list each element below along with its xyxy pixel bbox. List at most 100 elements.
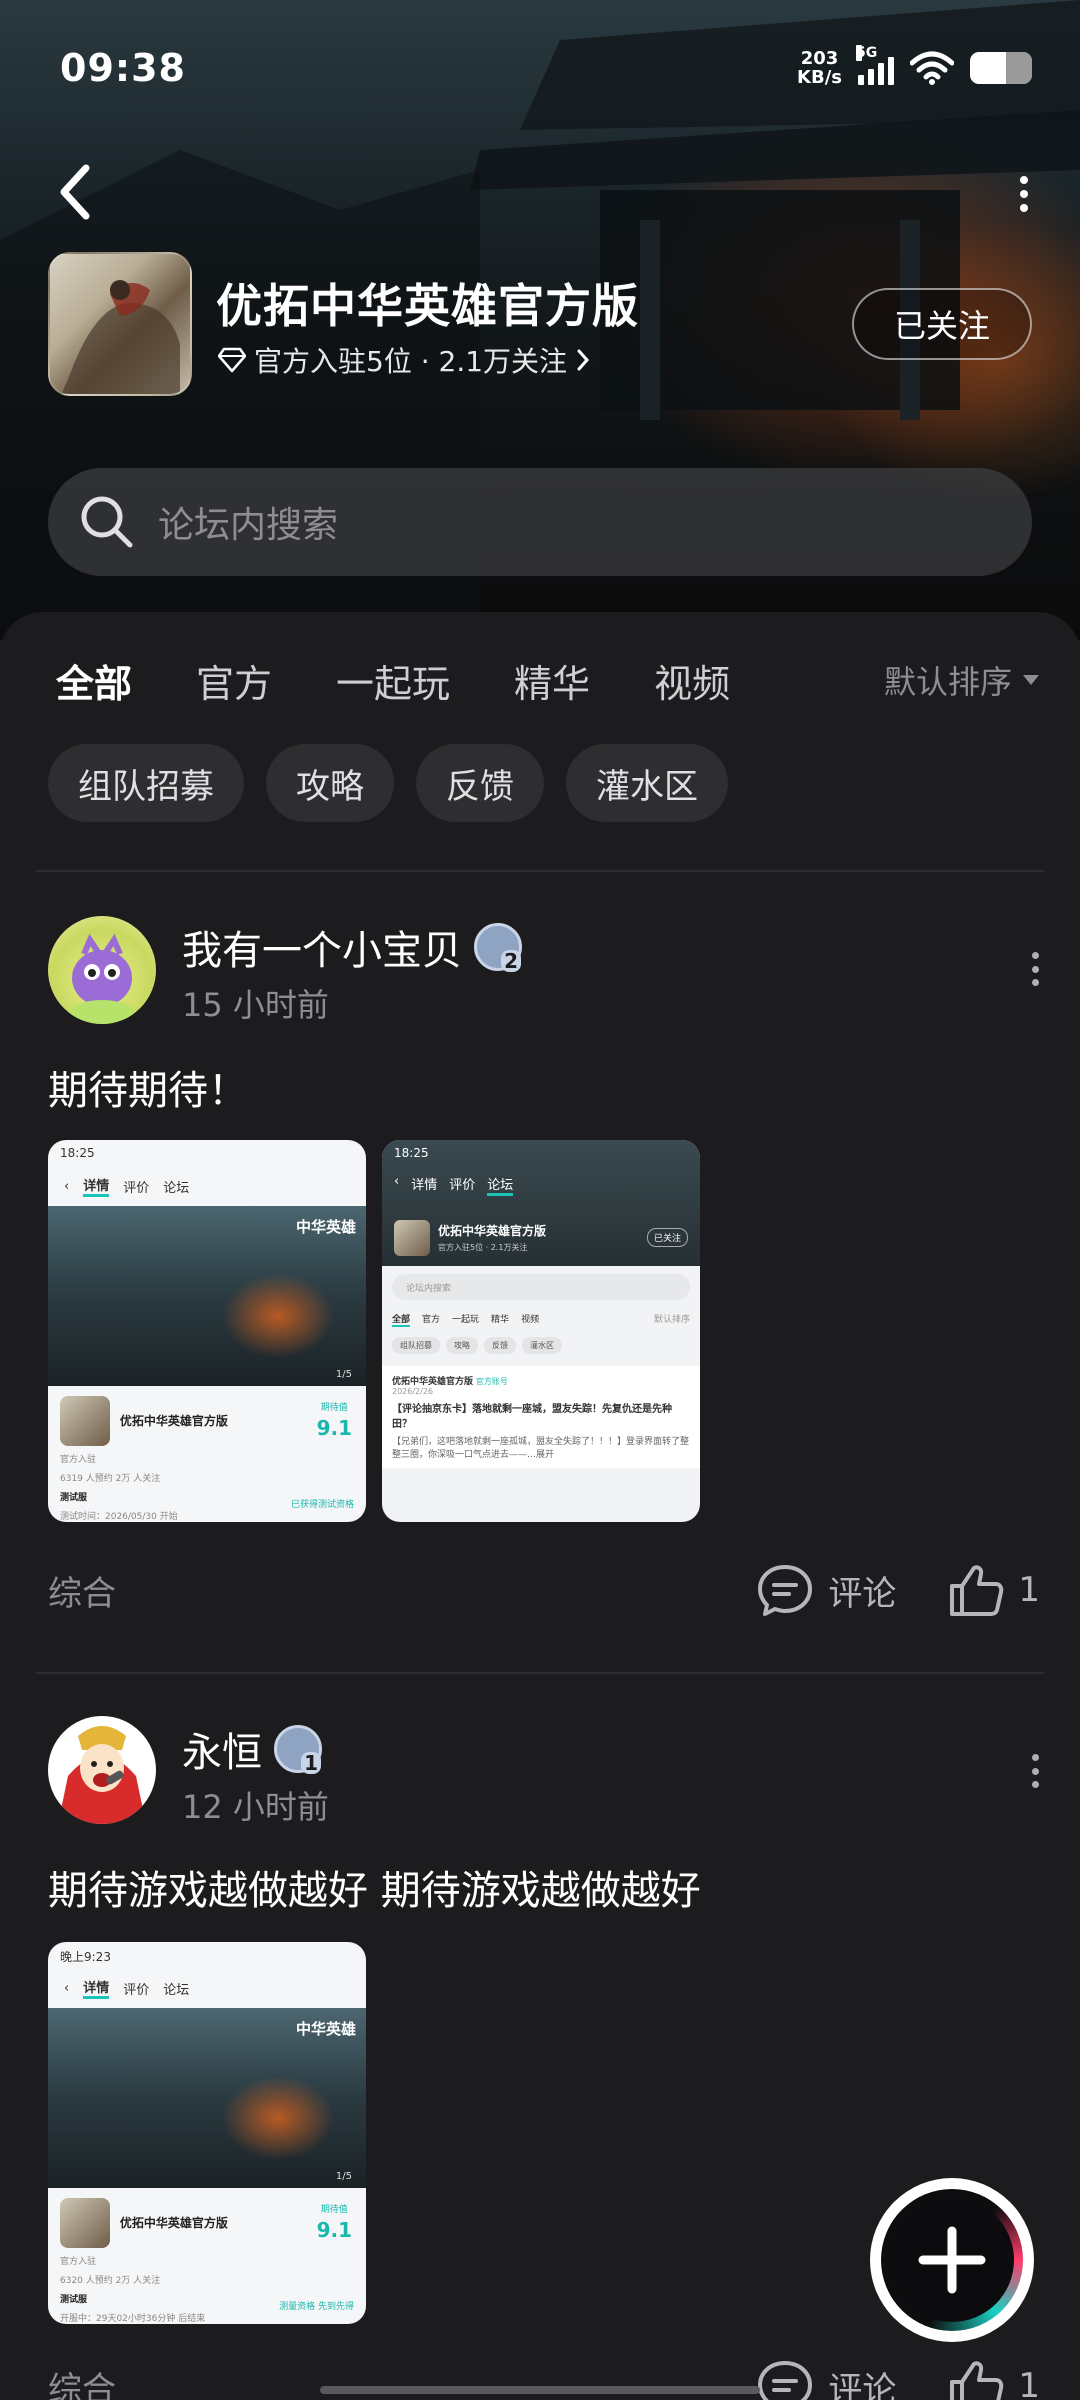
image-status-time: 18:25 bbox=[60, 1146, 95, 1160]
image-logo: 中华英雄 bbox=[295, 1218, 356, 1236]
chip-team-recruit[interactable]: 组队招募 bbox=[48, 744, 244, 822]
comment-button[interactable]: 评论 bbox=[756, 1563, 896, 1617]
post-category[interactable]: 综合 bbox=[48, 1566, 116, 1615]
post-author[interactable]: 永恒 1 bbox=[182, 1720, 322, 1778]
tab-play-together[interactable]: 一起玩 bbox=[336, 653, 450, 708]
post-image[interactable]: 晚上9:23 ‹ 详情 评价 论坛 中华英雄 1/5 优拓中华英雄官方版 期待值… bbox=[48, 1942, 366, 2324]
caret-down-icon bbox=[1023, 675, 1039, 685]
image-post-title: 【评论抽京东卡】落地就剩一座城，盟友失踪！先复仇还是先种田？ bbox=[392, 1404, 672, 1430]
image-status-time: 18:25 bbox=[394, 1146, 429, 1160]
like-button[interactable]: 1 bbox=[948, 1562, 1040, 1618]
like-count: 1 bbox=[1018, 2366, 1040, 2400]
image-qualify: 已获得测试资格 bbox=[290, 1500, 354, 1510]
post-text[interactable]: 期待游戏越做越好 期待游戏越做越好 bbox=[48, 1858, 701, 1916]
image-sort: 默认排序 bbox=[653, 1315, 690, 1325]
status-bar: 09:38 203 KB/s 5G bbox=[60, 40, 1032, 96]
post-image[interactable]: 18:25 ‹ 详情 评价 论坛 优拓中华英雄官方版 官方入驻5位 · 2.1万… bbox=[382, 1140, 700, 1522]
image-nav: ‹ 详情 评价 论坛 bbox=[394, 1174, 514, 1196]
plus-icon bbox=[918, 2226, 986, 2294]
more-options-icon[interactable] bbox=[1016, 176, 1032, 212]
search-icon bbox=[81, 496, 133, 548]
image-chips: 组队招募 攻略 反馈 灌水区 bbox=[382, 1331, 700, 1360]
author-name: 永恒 bbox=[182, 1730, 262, 1776]
like-count: 1 bbox=[1018, 1570, 1040, 1610]
comment-icon bbox=[758, 1565, 813, 1616]
post-time: 15 小时前 bbox=[182, 986, 329, 1024]
image-tab-detail: 详情 bbox=[83, 1175, 110, 1197]
image-score: 期待值 9.1 bbox=[317, 1398, 352, 1438]
status-time: 09:38 bbox=[60, 46, 186, 90]
thumbs-up-icon bbox=[950, 2361, 1004, 2400]
post-text[interactable]: 期待期待！ bbox=[48, 1058, 248, 1116]
post-image[interactable]: 18:25 ‹ 详情 评价 论坛 中华英雄 1/5 优拓中华英雄官方版 期待值 … bbox=[48, 1140, 366, 1522]
image-index: 1/5 bbox=[335, 1369, 352, 1380]
level-number: 1 bbox=[301, 1752, 321, 1774]
image-server-time: 测试时间：2026/05/30 开始 bbox=[60, 1512, 178, 1522]
image-nav: ‹ 详情 评价 论坛 bbox=[48, 1166, 366, 1206]
comment-button[interactable]: 评论 bbox=[756, 2359, 896, 2400]
tab-video[interactable]: 视频 bbox=[654, 653, 730, 708]
tab-official[interactable]: 官方 bbox=[196, 653, 272, 708]
image-tab: 官方 bbox=[422, 1315, 441, 1325]
image-banner: 中华英雄 1/5 bbox=[48, 1206, 366, 1386]
image-index: 1/5 bbox=[335, 2171, 352, 2182]
image-official: 官方入驻 bbox=[60, 2257, 97, 2267]
divider bbox=[36, 1672, 1044, 1674]
app-meta-text: 官方入驻5位 · 2.1万关注 bbox=[254, 345, 568, 378]
search-input[interactable]: 论坛内搜索 bbox=[48, 468, 1032, 576]
chip-feedback[interactable]: 反馈 bbox=[416, 744, 544, 822]
tab-featured[interactable]: 精华 bbox=[514, 653, 590, 708]
chip-chat[interactable]: 灌水区 bbox=[566, 744, 728, 822]
new-post-button[interactable] bbox=[870, 2178, 1034, 2342]
tab-all[interactable]: 全部 bbox=[56, 653, 132, 710]
image-search: 论坛内搜索 bbox=[392, 1274, 690, 1300]
sort-label: 默认排序 bbox=[883, 663, 1012, 701]
chip-guides[interactable]: 攻略 bbox=[266, 744, 394, 822]
like-button[interactable]: 1 bbox=[948, 2358, 1040, 2400]
image-tab: 精华 bbox=[491, 1315, 510, 1325]
sort-dropdown[interactable]: 默认排序 bbox=[884, 657, 1040, 703]
image-follow: 已关注 bbox=[646, 1228, 688, 1247]
app-icon bbox=[48, 252, 192, 396]
image-game-name: 优拓中华英雄官方版 bbox=[119, 1413, 228, 1428]
post-category[interactable]: 综合 bbox=[48, 2362, 116, 2400]
image-official: 官方入驻 bbox=[60, 1455, 97, 1465]
comment-label: 评论 bbox=[828, 1573, 897, 1614]
image-post-body: 【兄弟们，这吧落地就剩一座孤城，盟友全失踪了！！！】登录界面转了整整三圈，你深吸… bbox=[392, 1437, 690, 1460]
image-post-date: 2026/2/26 bbox=[392, 1387, 434, 1396]
image-game-card: 优拓中华英雄官方版 期待值 9.1 官方入驻 6319 人预约 2万 人关注 测… bbox=[48, 1386, 366, 1522]
app-name: 优拓中华英雄官方版 bbox=[216, 279, 639, 333]
app-meta[interactable]: 官方入驻5位 · 2.1万关注 bbox=[218, 340, 591, 380]
image-tab-review: 评价 bbox=[123, 1982, 150, 1998]
back-arrow-icon[interactable] bbox=[56, 162, 96, 222]
network-type: 5G bbox=[856, 45, 878, 61]
image-game-name: 优拓中华英雄官方版 bbox=[438, 1224, 547, 1238]
avatar[interactable] bbox=[48, 1716, 156, 1824]
image-chip: 灌水区 bbox=[522, 1337, 562, 1354]
post-more-icon[interactable] bbox=[1030, 952, 1040, 986]
image-tab-forum: 论坛 bbox=[163, 1180, 190, 1196]
level-badge-icon: 1 bbox=[274, 1725, 322, 1774]
image-chip: 组队招募 bbox=[392, 1337, 440, 1354]
image-tab: 一起玩 bbox=[452, 1315, 480, 1325]
image-game-name: 优拓中华英雄官方版 bbox=[119, 2215, 228, 2230]
image-server-time: 开服中：29天02小时36分钟 后结束 bbox=[60, 2314, 206, 2324]
follow-button[interactable]: 已关注 bbox=[852, 288, 1032, 360]
post-author[interactable]: 我有一个小宝贝 2 bbox=[182, 918, 522, 976]
post-more-icon[interactable] bbox=[1030, 1754, 1040, 1788]
network-speed: 203 KB/s bbox=[797, 49, 842, 87]
level-badge-icon: 2 bbox=[474, 923, 522, 972]
image-tab-review: 评价 bbox=[449, 1178, 476, 1193]
fab-ring bbox=[881, 2189, 1023, 2331]
battery-icon bbox=[970, 52, 1032, 84]
fab-core bbox=[890, 2198, 1014, 2322]
image-game-meta: 官方入驻5位 · 2.1万关注 bbox=[438, 1243, 528, 1252]
image-nav: ‹ 详情 评价 论坛 bbox=[48, 1968, 366, 2008]
avatar[interactable] bbox=[48, 916, 156, 1024]
image-game-icon bbox=[60, 2198, 110, 2248]
image-post-author: 优拓中华英雄官方版 bbox=[392, 1377, 474, 1387]
status-icons: 203 KB/s 5G bbox=[797, 45, 1032, 87]
post-footer: 综合 评论 1 bbox=[48, 1560, 1040, 1620]
image-chip: 攻略 bbox=[446, 1337, 478, 1354]
home-indicator[interactable] bbox=[320, 2386, 760, 2394]
